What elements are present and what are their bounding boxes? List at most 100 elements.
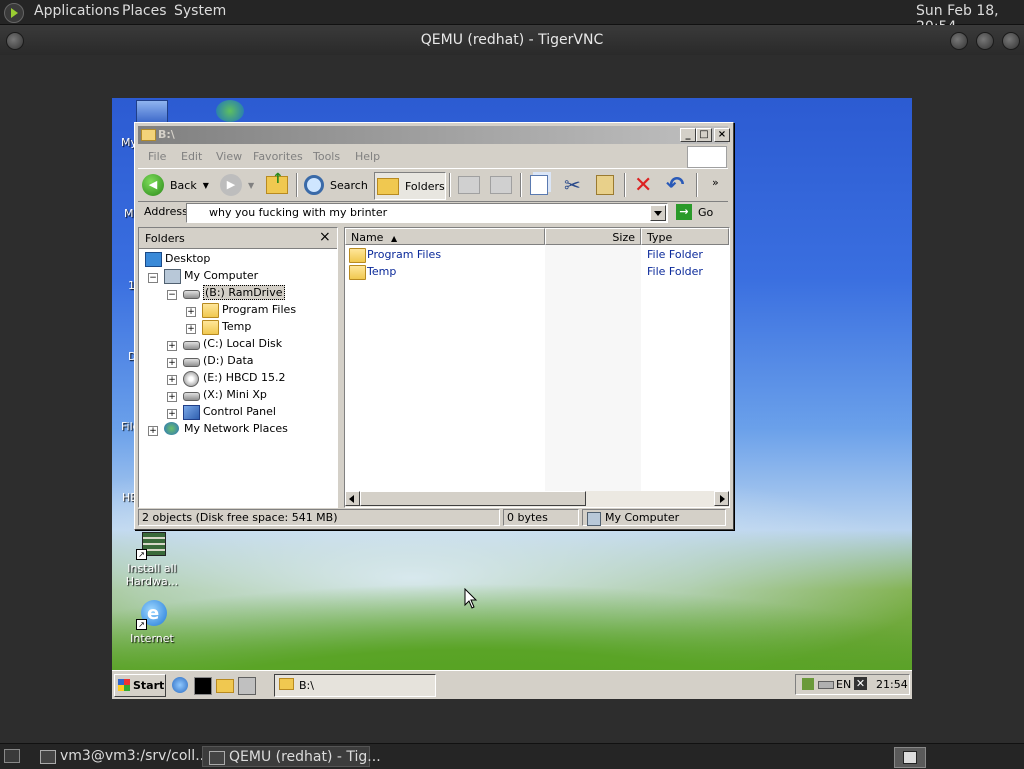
menu-help[interactable]: Help	[355, 150, 380, 163]
expand-icon[interactable]: +	[186, 307, 196, 317]
search-button[interactable]: Search	[304, 172, 368, 198]
folders-icon	[377, 177, 399, 195]
toolbar-overflow-button[interactable]: »	[712, 169, 719, 195]
table-row[interactable]: Program Files File Folder	[349, 247, 725, 263]
file-list-pane[interactable]: Name ▲ Size Type Program Files File Fold…	[344, 227, 730, 508]
menu-places[interactable]: Places	[122, 3, 167, 19]
menu-favorites[interactable]: Favorites	[253, 150, 303, 163]
scroll-left-icon[interactable]	[345, 491, 360, 506]
tray-network-disconnected-icon[interactable]: ✕	[854, 677, 867, 690]
my-documents-icon[interactable]	[136, 100, 168, 124]
quicklaunch-show-desktop-icon[interactable]	[238, 677, 256, 695]
move-to-button[interactable]	[458, 172, 480, 198]
expand-icon[interactable]: +	[167, 375, 177, 385]
up-folder-button[interactable]: ↑	[266, 171, 288, 198]
tree-item-e-hbcd[interactable]: (E:) HBCD 15.2	[183, 370, 286, 387]
scroll-right-icon[interactable]	[714, 491, 729, 506]
explorer-titlebar[interactable]: B:\ _ □ ×	[138, 126, 730, 144]
host-bottom-panel: vm3@vm3:/srv/coll... QEMU (redhat) - Tig…	[0, 743, 1024, 769]
tree-item-desktop[interactable]: Desktop	[145, 251, 210, 267]
expand-icon[interactable]: +	[186, 324, 196, 334]
menu-view[interactable]: View	[216, 150, 242, 163]
column-header-type[interactable]: Type	[641, 228, 729, 245]
address-input[interactable]: why you fucking with my brinter	[186, 203, 668, 223]
search-label: Search	[330, 178, 368, 192]
menu-edit[interactable]: Edit	[181, 150, 202, 163]
scroll-thumb[interactable]	[360, 491, 586, 506]
windows-throbber-icon	[687, 146, 727, 168]
folders-pane[interactable]: Folders × Desktop − My Computer − (B:) R…	[138, 227, 338, 508]
tray-drive-icon[interactable]	[818, 681, 834, 689]
undo-button[interactable]: ↶	[666, 172, 684, 198]
expand-icon[interactable]: +	[167, 392, 177, 402]
host-task-vnc[interactable]: QEMU (redhat) - Tig...	[202, 746, 381, 767]
tray-language[interactable]: EN	[836, 675, 851, 694]
show-desktop-icon[interactable]	[4, 749, 20, 763]
menu-applications[interactable]: Applications	[34, 3, 120, 19]
tree-item-my-computer[interactable]: My Computer	[164, 268, 258, 284]
chevron-down-icon[interactable]: ▼	[203, 181, 209, 190]
tree-item-d-data[interactable]: (D:) Data	[183, 353, 254, 369]
copy-to-button[interactable]	[490, 172, 512, 198]
desktop-edge-label[interactable]: M	[124, 207, 134, 220]
copy-button[interactable]	[530, 172, 548, 198]
explorer-window[interactable]: B:\ _ □ × File Edit View Favorites Tools…	[134, 122, 734, 530]
expand-icon[interactable]: +	[148, 426, 158, 436]
tree-item-temp[interactable]: Temp	[202, 319, 251, 335]
chevron-down-icon[interactable]: ▼	[248, 181, 254, 190]
forward-button[interactable]: ▶ ▼	[220, 172, 254, 198]
tree-item-program-files[interactable]: Program Files	[202, 302, 296, 318]
host-task-terminal[interactable]: vm3@vm3:/srv/coll...	[34, 746, 209, 767]
expand-icon[interactable]: +	[167, 409, 177, 419]
cd-drive-icon	[183, 371, 199, 387]
status-location: My Computer	[582, 509, 726, 526]
collapse-icon[interactable]: −	[167, 290, 177, 300]
tree-item-x-mini-xp[interactable]: (X:) Mini Xp	[183, 387, 267, 403]
back-label: Back	[170, 178, 197, 192]
horizontal-scrollbar[interactable]	[345, 491, 729, 507]
cut-button[interactable]: ✂	[564, 172, 581, 198]
desktop-icon-install-hardware[interactable]: ↗ Install all Hardwa...	[112, 528, 192, 588]
table-row[interactable]: Temp File Folder	[349, 264, 725, 280]
back-button[interactable]: ◀ Back ▼	[142, 172, 209, 198]
delete-button[interactable]: ✕	[634, 172, 652, 198]
workspace-switcher-icon[interactable]	[894, 747, 926, 768]
maximize-icon[interactable]	[976, 32, 994, 50]
tree-item-my-network-places[interactable]: My Network Places	[164, 421, 288, 437]
standard-toolbar: ◀ Back ▼ ▶ ▼ ↑ Search Folders ✂ ✕ ↶ »	[138, 168, 728, 202]
desktop-icon-internet[interactable]: e ↗ Internet	[112, 598, 192, 645]
tray-usb-icon[interactable]	[802, 678, 814, 690]
menu-bar: File Edit View Favorites Tools Help	[138, 146, 683, 166]
vnc-window-titlebar[interactable]: QEMU (redhat) - TigerVNC	[0, 25, 1024, 55]
go-button[interactable]: → Go	[676, 203, 724, 221]
applications-logo-icon[interactable]	[4, 3, 24, 23]
chevron-down-icon[interactable]	[650, 205, 666, 221]
quicklaunch-explorer-icon[interactable]	[216, 679, 234, 693]
close-pane-icon[interactable]: ×	[319, 229, 331, 245]
maximize-button[interactable]: □	[696, 128, 712, 142]
network-globe-icon[interactable]	[216, 100, 244, 122]
minimize-button[interactable]: _	[680, 128, 696, 142]
collapse-icon[interactable]: −	[148, 273, 158, 283]
quicklaunch-cmd-icon[interactable]	[194, 677, 212, 695]
taskbar-task-explorer[interactable]: B:\	[274, 674, 436, 697]
close-icon[interactable]	[1002, 32, 1020, 50]
drive-icon	[183, 358, 200, 367]
column-header-size[interactable]: Size	[545, 228, 641, 245]
start-button[interactable]: Start	[114, 674, 166, 697]
expand-icon[interactable]: +	[167, 358, 177, 368]
close-button[interactable]: ×	[714, 128, 730, 142]
tree-item-b-ramdrive[interactable]: (B:) RamDrive	[183, 285, 285, 301]
column-header-name[interactable]: Name ▲	[345, 228, 545, 245]
menu-system[interactable]: System	[174, 3, 226, 19]
minimize-icon[interactable]	[950, 32, 968, 50]
menu-tools[interactable]: Tools	[313, 150, 340, 163]
tree-item-control-panel[interactable]: Control Panel	[183, 404, 276, 420]
paste-button[interactable]	[596, 172, 614, 198]
folders-button[interactable]: Folders	[374, 172, 446, 200]
quicklaunch-ie-icon[interactable]	[172, 677, 188, 693]
menu-file[interactable]: File	[148, 150, 166, 163]
expand-icon[interactable]: +	[167, 341, 177, 351]
tree-item-c-local-disk[interactable]: (C:) Local Disk	[183, 336, 282, 352]
tray-clock[interactable]: 21:54	[876, 675, 908, 694]
